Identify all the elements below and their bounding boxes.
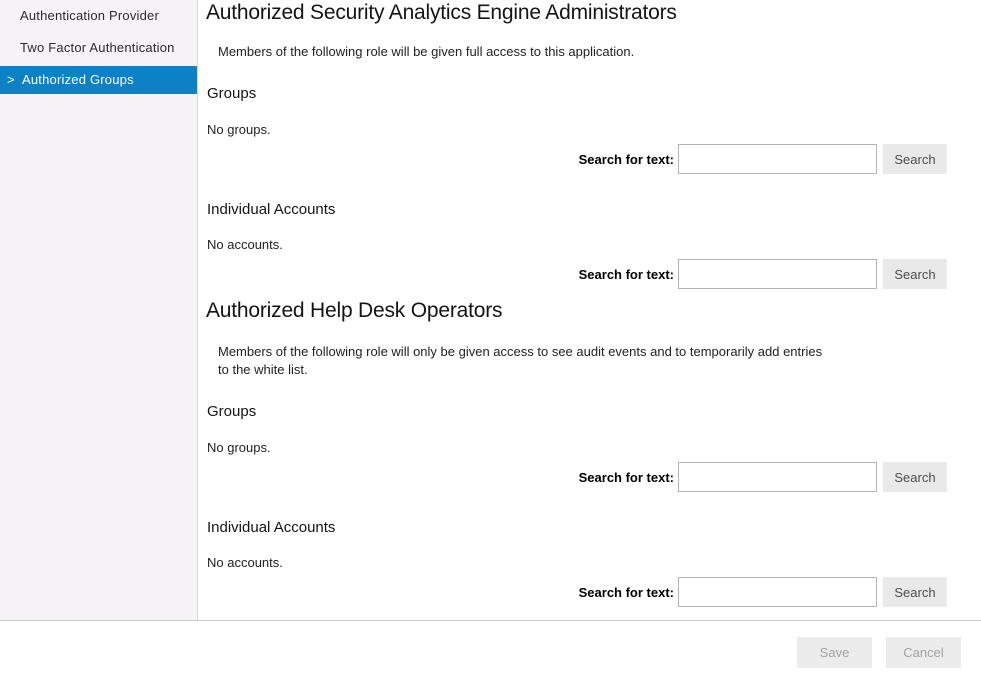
accounts-empty-text: No accounts. [207, 237, 283, 252]
accounts-empty-text: No accounts. [207, 555, 283, 570]
accounts-search-row: Search for text: Search [517, 577, 947, 607]
sidebar-item-authentication-provider[interactable]: Authentication Provider [0, 8, 197, 23]
search-for-text-label: Search for text: [579, 152, 674, 167]
section-title-administrators: Authorized Security Analytics Engine Adm… [206, 1, 677, 25]
individual-accounts-heading: Individual Accounts [207, 519, 335, 536]
search-for-text-label: Search for text: [579, 585, 674, 600]
groups-heading: Groups [207, 85, 256, 102]
groups-search-input[interactable] [678, 462, 877, 492]
individual-accounts-heading: Individual Accounts [207, 201, 335, 218]
section-description: Members of the following role will be gi… [218, 43, 634, 61]
cancel-button[interactable]: Cancel [886, 637, 961, 668]
groups-search-button[interactable]: Search [883, 462, 947, 492]
save-button[interactable]: Save [797, 637, 872, 668]
accounts-search-row: Search for text: Search [517, 259, 947, 289]
accounts-search-button[interactable]: Search [883, 577, 947, 607]
accounts-search-input[interactable] [678, 259, 877, 289]
groups-empty-text: No groups. [207, 440, 271, 455]
groups-empty-text: No groups. [207, 122, 271, 137]
chevron-right-icon: > [7, 66, 15, 94]
accounts-search-input[interactable] [678, 577, 877, 607]
sidebar: Authentication Provider Two Factor Authe… [0, 0, 198, 620]
groups-heading: Groups [207, 403, 256, 420]
search-for-text-label: Search for text: [579, 470, 674, 485]
accounts-search-button[interactable]: Search [883, 259, 947, 289]
groups-search-row: Search for text: Search [517, 144, 947, 174]
settings-page: Authentication Provider Two Factor Authe… [0, 0, 981, 676]
groups-search-row: Search for text: Search [517, 462, 947, 492]
groups-search-input[interactable] [678, 144, 877, 174]
sidebar-item-label: Authorized Groups [22, 72, 134, 87]
section-title-help-desk-operators: Authorized Help Desk Operators [206, 299, 502, 323]
search-for-text-label: Search for text: [579, 267, 674, 282]
section-description: Members of the following role will only … [218, 343, 826, 379]
sidebar-item-two-factor-authentication[interactable]: Two Factor Authentication [0, 40, 197, 55]
groups-search-button[interactable]: Search [883, 144, 947, 174]
footer-divider [0, 620, 981, 621]
sidebar-item-authorized-groups[interactable]: > Authorized Groups [0, 66, 197, 94]
